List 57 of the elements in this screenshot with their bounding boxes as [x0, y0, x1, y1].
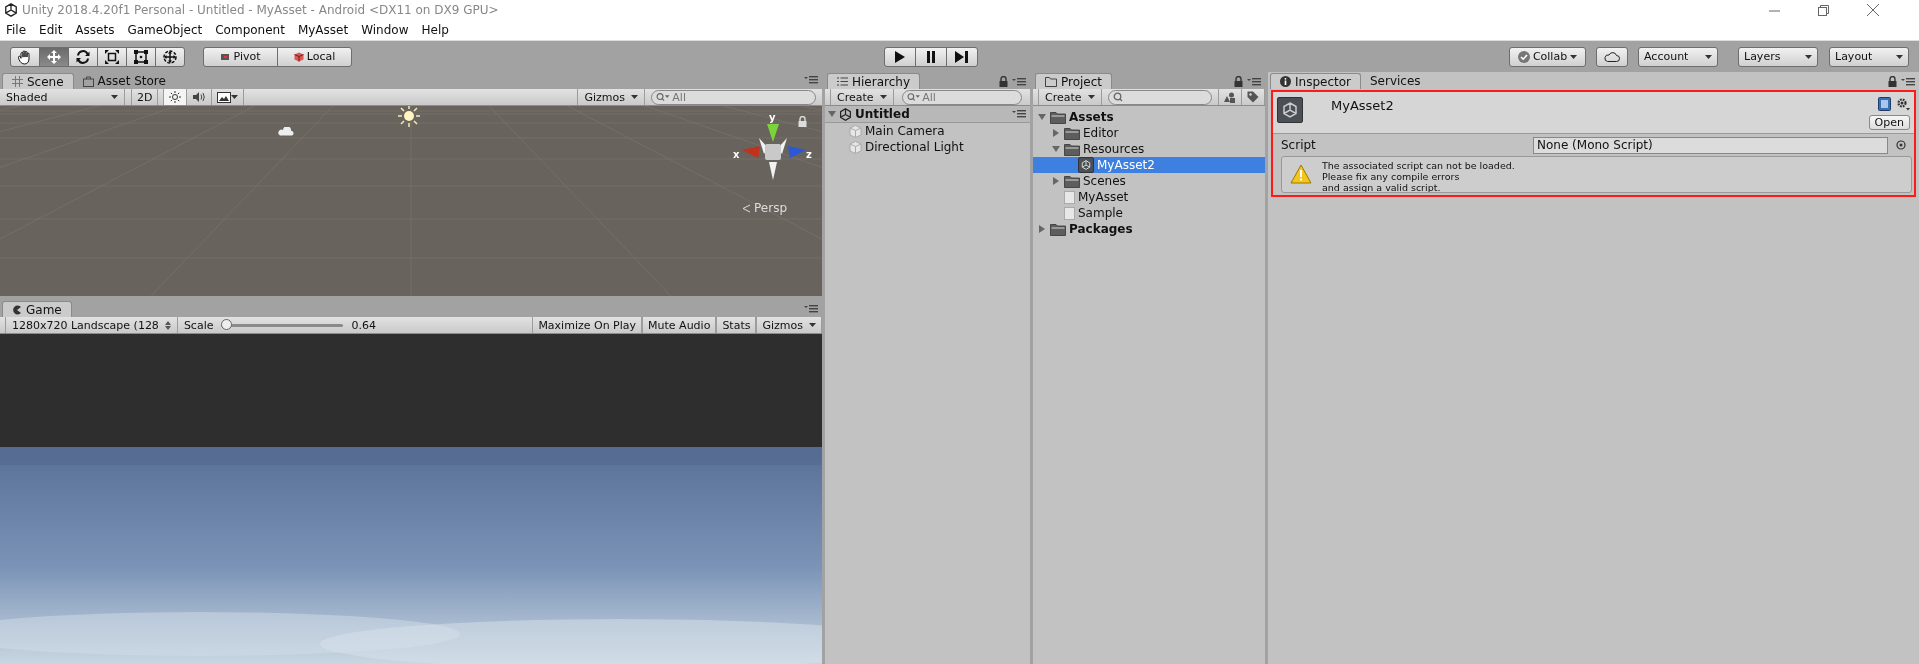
project-item[interactable]: MyAsset — [1033, 189, 1265, 205]
window-title: Unity 2018.4.20f1 Personal - Untitled - MyAsset - Android <DX11 on DX9 GPU> — [22, 3, 499, 17]
resolution-dropdown[interactable]: 1280x720 Landscape (128 — [5, 317, 178, 333]
panel-tab[interactable]: Hierarchy — [827, 73, 920, 89]
2d-toggle[interactable]: 2D — [131, 89, 159, 105]
menu-item[interactable]: Window — [361, 23, 409, 37]
collab-button[interactable]: Collab — [1509, 46, 1586, 67]
layout-dropdown[interactable]: Layout — [1829, 46, 1909, 67]
shading-dropdown[interactable]: Shaded — [0, 89, 125, 105]
project-item[interactable]: Resources — [1033, 141, 1265, 157]
scale-value: 0.64 — [351, 318, 376, 332]
project-item[interactable]: Assets — [1033, 109, 1265, 125]
panel-tab[interactable]: Scene — [2, 73, 74, 89]
axis-label: y — [769, 112, 776, 123]
create-dropdown[interactable]: Create — [830, 89, 894, 105]
scene-row[interactable]: Untitled — [825, 106, 1030, 123]
axis-label: z — [806, 149, 812, 160]
search-field[interactable]: All — [901, 89, 1022, 105]
search-field[interactable]: All — [651, 89, 816, 105]
search-input[interactable]: All — [922, 90, 1017, 104]
menu-item[interactable]: Help — [421, 23, 449, 37]
projection-label[interactable]: Persp — [742, 201, 787, 215]
gizmos-dropdown[interactable]: Gizmos — [577, 89, 645, 105]
local-button[interactable]: Local — [277, 46, 352, 67]
layers-dropdown[interactable]: Layers — [1738, 46, 1818, 67]
asset-name: MyAsset2 — [1331, 98, 1394, 113]
projection-text: Persp — [754, 201, 787, 215]
menu-item[interactable]: MyAsset — [297, 23, 349, 37]
project-item[interactable]: Editor — [1033, 125, 1265, 141]
hierarchy-item[interactable]: Main Camera — [825, 123, 1030, 139]
menu-item[interactable]: File — [6, 23, 27, 37]
project-item[interactable]: Scenes — [1033, 173, 1265, 189]
toolbar-toggle[interactable]: Stats — [716, 317, 757, 333]
open-button[interactable]: Open — [1868, 115, 1910, 130]
field-label: Script — [1281, 138, 1317, 152]
project-item[interactable]: Sample — [1033, 205, 1265, 221]
menu-item[interactable]: Edit — [39, 23, 63, 37]
gizmos-dropdown[interactable]: Gizmos — [756, 317, 822, 333]
menu-item[interactable]: Component — [215, 23, 285, 37]
menu-item[interactable]: GameObject — [127, 23, 203, 37]
search-input[interactable]: All — [672, 90, 811, 104]
panel-tab[interactable]: Asset Store — [73, 73, 175, 89]
panel-tab[interactable]: Project — [1035, 73, 1113, 89]
toolbar-toggle[interactable]: Maximize On Play — [532, 317, 643, 333]
panel-tab[interactable]: Services — [1361, 73, 1430, 89]
project-item[interactable]: MyAsset2 — [1033, 157, 1265, 173]
panel-tab[interactable]: Inspector — [1270, 73, 1361, 89]
project-item[interactable]: Packages — [1033, 221, 1265, 237]
scale-label: Scale — [183, 318, 214, 332]
pivot-button[interactable]: Pivot — [203, 46, 278, 67]
script-field[interactable]: None (Mono Script) — [1533, 136, 1888, 154]
menu-item[interactable]: Assets — [75, 23, 115, 37]
toolbar-toggle[interactable]: Mute Audio — [642, 317, 717, 333]
account-dropdown[interactable]: Account — [1638, 46, 1718, 67]
hierarchy-item[interactable]: Directional Light — [825, 139, 1030, 155]
panel-tab[interactable]: Game — [2, 301, 72, 317]
axis-label: x — [733, 149, 740, 160]
